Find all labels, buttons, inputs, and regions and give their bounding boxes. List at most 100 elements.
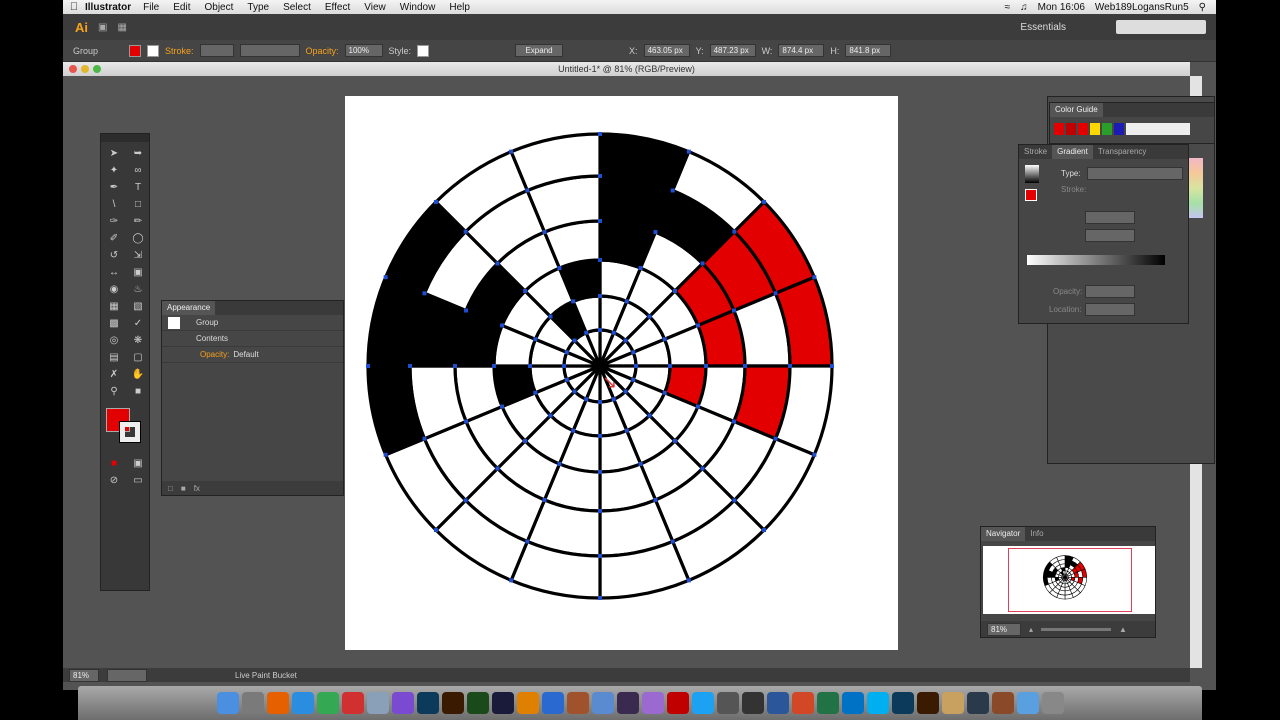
- w-field[interactable]: 874.4 px: [778, 44, 825, 57]
- gradient-location-field[interactable]: [1085, 303, 1135, 316]
- none-mode-icon[interactable]: ⊘: [104, 473, 124, 489]
- anchor-point[interactable]: [453, 364, 457, 368]
- anchor-point[interactable]: [732, 498, 737, 503]
- anchor-point[interactable]: [670, 188, 675, 193]
- anchor-point[interactable]: [548, 314, 553, 319]
- anchor-point[interactable]: [572, 338, 577, 343]
- anchor-point[interactable]: [562, 364, 566, 368]
- anchor-point[interactable]: [598, 219, 602, 223]
- graph-tool-icon[interactable]: ▤: [104, 350, 124, 366]
- menu-view[interactable]: View: [364, 2, 386, 13]
- harmony-swatch[interactable]: [1078, 123, 1088, 135]
- pen-tool-icon[interactable]: ✒: [104, 180, 124, 196]
- variable-width-field[interactable]: [239, 44, 300, 57]
- y-field[interactable]: 487.23 px: [709, 44, 756, 57]
- anchor-point[interactable]: [773, 291, 778, 296]
- anchor-point[interactable]: [668, 364, 672, 368]
- anchor-point[interactable]: [773, 436, 778, 441]
- gradient-type-select[interactable]: [1087, 167, 1183, 180]
- eraser-icon[interactable]: ◯: [128, 231, 148, 247]
- anchor-point[interactable]: [598, 174, 602, 178]
- anchor-point[interactable]: [672, 289, 677, 294]
- anchor-point[interactable]: [542, 497, 547, 502]
- style-swatch[interactable]: [417, 44, 430, 57]
- anchor-point[interactable]: [662, 337, 667, 342]
- anchor-point[interactable]: [638, 461, 643, 466]
- dock-flower-icon[interactable]: [641, 692, 664, 714]
- anchor-point[interactable]: [731, 308, 736, 313]
- anchor-point[interactable]: [788, 364, 792, 368]
- anchor-point[interactable]: [571, 428, 576, 433]
- artboard-nav[interactable]: [107, 668, 147, 682]
- gradient-preview-swatch[interactable]: [1025, 165, 1039, 183]
- add-effect-icon[interactable]: fx: [194, 484, 200, 493]
- artboard[interactable]: ↘: [345, 96, 898, 650]
- wifi-icon[interactable]: ≈: [1005, 2, 1011, 13]
- anchor-point[interactable]: [611, 330, 616, 335]
- anchor-point[interactable]: [638, 266, 643, 271]
- clock[interactable]: Mon 16:06: [1038, 2, 1085, 13]
- dock-chrome-icon[interactable]: [316, 692, 339, 714]
- dock-preview-icon[interactable]: [366, 692, 389, 714]
- tab-stroke[interactable]: Stroke: [1019, 145, 1052, 159]
- anchor-point[interactable]: [830, 364, 834, 368]
- zoom-tool-icon[interactable]: ⚲: [104, 384, 124, 400]
- anchor-point[interactable]: [533, 390, 538, 395]
- anchor-point[interactable]: [647, 413, 652, 418]
- menu-object[interactable]: Object: [204, 2, 233, 13]
- anchor-point[interactable]: [686, 149, 691, 154]
- anchor-point[interactable]: [812, 275, 817, 280]
- anchor-point[interactable]: [572, 389, 577, 394]
- pencil-icon[interactable]: ✏: [128, 214, 148, 230]
- dock-finder-icon[interactable]: [216, 692, 239, 714]
- menu-select[interactable]: Select: [283, 2, 311, 13]
- artboard-tool-icon[interactable]: ▢: [128, 350, 148, 366]
- harmony-swatch[interactable]: [1102, 123, 1112, 135]
- dock-itunes-icon[interactable]: [391, 692, 414, 714]
- menu-edit[interactable]: Edit: [173, 2, 190, 13]
- anchor-point[interactable]: [670, 539, 675, 544]
- h-field[interactable]: 841.8 px: [845, 44, 892, 57]
- x-field[interactable]: 463.05 px: [643, 44, 690, 57]
- anchor-point[interactable]: [525, 539, 530, 544]
- appearance-row-contents[interactable]: Contents: [162, 331, 343, 347]
- dock-app-store-icon[interactable]: [541, 692, 564, 714]
- anchor-point[interactable]: [571, 299, 576, 304]
- anchor-point[interactable]: [812, 452, 817, 457]
- dock-vlc-icon[interactable]: [516, 692, 539, 714]
- zoom-dot[interactable]: [93, 65, 101, 73]
- anchor-point[interactable]: [598, 596, 602, 600]
- anchor-point[interactable]: [584, 397, 589, 402]
- slice-tool-icon[interactable]: ✗: [104, 367, 124, 383]
- anchor-point[interactable]: [383, 452, 388, 457]
- arrange-icon[interactable]: ▦: [117, 22, 126, 33]
- tab-navigator[interactable]: Navigator: [981, 527, 1026, 541]
- swatch-strip[interactable]: [1189, 158, 1203, 218]
- harmony-swatch[interactable]: [1126, 123, 1190, 135]
- anchor-point[interactable]: [731, 419, 736, 424]
- anchor-point[interactable]: [598, 554, 602, 558]
- minimize-dot[interactable]: [81, 65, 89, 73]
- anchor-point[interactable]: [598, 509, 602, 513]
- anchor-point[interactable]: [631, 350, 636, 355]
- anchor-point[interactable]: [495, 466, 500, 471]
- screen-mode-icon[interactable]: ▭: [128, 473, 148, 489]
- live-paint-bucket-icon[interactable]: ♨: [128, 282, 148, 298]
- anchor-point[interactable]: [509, 149, 514, 154]
- stroke-label[interactable]: Stroke:: [165, 46, 194, 56]
- anchor-point[interactable]: [598, 400, 602, 404]
- dock-guitar-icon[interactable]: [566, 692, 589, 714]
- anchor-point[interactable]: [598, 328, 602, 332]
- navigator-preview[interactable]: [983, 546, 1155, 614]
- dock-dreamweaver-icon[interactable]: [466, 692, 489, 714]
- volume-icon[interactable]: ♫: [1020, 2, 1028, 13]
- symbol-sprayer-icon[interactable]: ❋: [128, 333, 148, 349]
- anchor-point[interactable]: [366, 364, 370, 368]
- dock-photoshop-2-icon[interactable]: [891, 692, 914, 714]
- help-search-input[interactable]: [1116, 20, 1206, 34]
- anchor-point[interactable]: [495, 261, 500, 266]
- width-tool-icon[interactable]: ↔: [104, 265, 124, 281]
- menu-help[interactable]: Help: [449, 2, 470, 13]
- anchor-point[interactable]: [433, 528, 438, 533]
- anchor-point[interactable]: [408, 364, 412, 368]
